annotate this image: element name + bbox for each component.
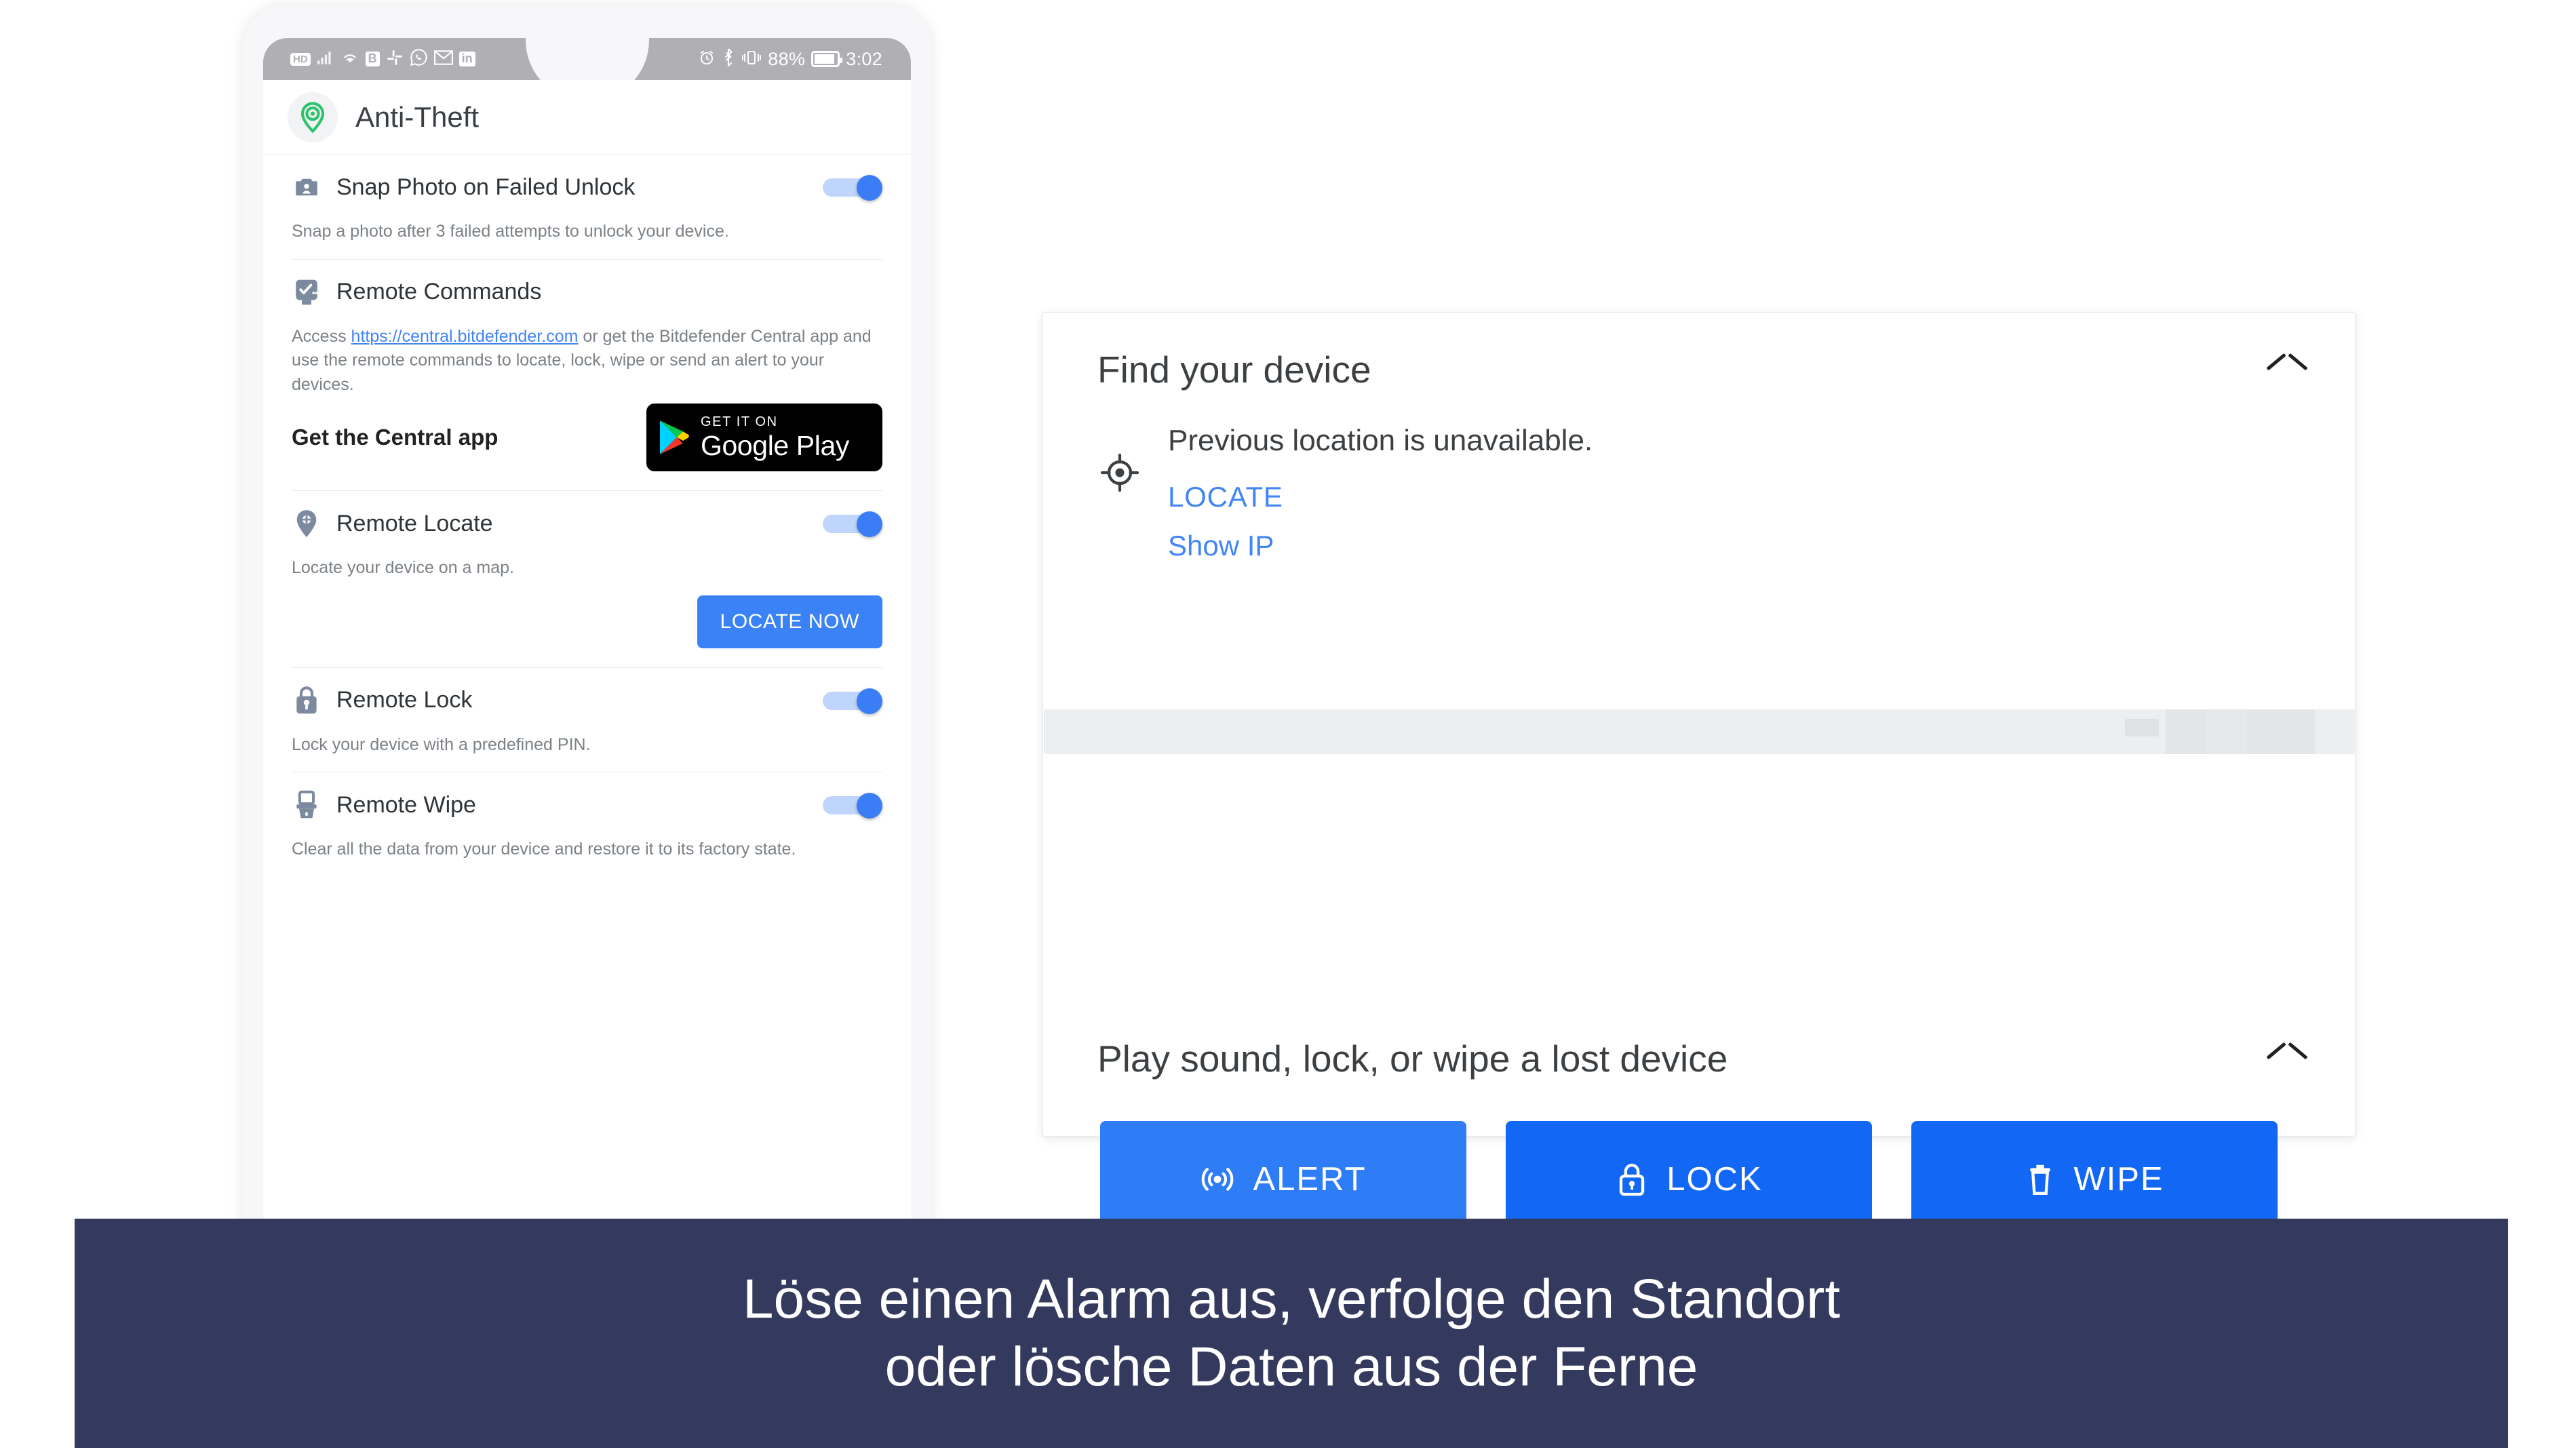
- find-device-title: Find your device: [1097, 349, 1371, 391]
- desc-pre: Access: [292, 326, 351, 346]
- broadcast-icon: [1200, 1162, 1235, 1197]
- toggle-remote-wipe[interactable]: [823, 793, 882, 819]
- vibrate-icon: [741, 49, 762, 70]
- row-title: Remote Lock: [336, 687, 473, 713]
- status-bar: HD B in 88% 3:02: [263, 38, 911, 80]
- status-bar-right: 88% 3:02: [698, 48, 893, 70]
- google-play-triangle-icon: [657, 418, 690, 456]
- alarm-clock-icon: [698, 49, 716, 70]
- locate-now-button[interactable]: LOCATE NOW: [697, 595, 882, 648]
- clock-label: 3:02: [846, 48, 882, 69]
- battery-percent-label: 88%: [768, 48, 806, 69]
- google-play-large-label: Google Play: [701, 430, 849, 461]
- screenshot-root: HD B in 88% 3:02 Anti-Theft Snap Photo o…: [0, 0, 2576, 1456]
- phone-mockup: HD B in 88% 3:02 Anti-Theft Snap Photo o…: [243, 5, 931, 1223]
- status-bar-left: HD B in: [281, 48, 475, 70]
- lock-button-label: LOCK: [1666, 1161, 1763, 1198]
- google-play-badge[interactable]: GET IT ON Google Play: [646, 404, 882, 471]
- mail-icon: [433, 50, 453, 68]
- camera-person-icon: [292, 172, 321, 202]
- find-device-card: Find your device Previous location is un…: [1042, 312, 2356, 1238]
- central-link[interactable]: https://central.bitdefender.com: [351, 327, 579, 346]
- wipe-trash-icon: [292, 790, 321, 820]
- chevron-up-icon[interactable]: [2268, 1047, 2306, 1070]
- toggle-remote-lock[interactable]: [823, 688, 882, 714]
- row-title: Remote Wipe: [336, 791, 476, 818]
- divider-blob: [2125, 719, 2159, 736]
- bluetooth-icon: [722, 48, 735, 70]
- signal-bars-icon: [317, 49, 334, 70]
- play-sound-header[interactable]: Play sound, lock, or wipe a lost device: [1043, 562, 2355, 1080]
- setting-row-remote-lock[interactable]: Remote Lock Lock your device with a pred…: [263, 667, 911, 772]
- phone-screen: HD B in 88% 3:02 Anti-Theft Snap Photo o…: [263, 38, 911, 1223]
- row-title: Remote Locate: [336, 510, 493, 536]
- alert-button-label: ALERT: [1253, 1161, 1367, 1198]
- chevron-up-icon[interactable]: [2268, 358, 2306, 381]
- row-header: Remote Wipe: [292, 790, 882, 820]
- get-central-app-row: Get the Central app GET IT ON Google Pla…: [292, 397, 882, 475]
- setting-row-snap-photo[interactable]: Snap Photo on Failed Unlock Snap a photo…: [263, 155, 911, 259]
- toggle-remote-locate[interactable]: [823, 511, 882, 537]
- google-play-text: GET IT ON Google Play: [701, 415, 849, 460]
- page-title: Anti-Theft: [355, 100, 480, 133]
- row-title: Remote Commands: [336, 279, 542, 304]
- divider-blob: [2206, 709, 2247, 754]
- locate-link[interactable]: LOCATE: [1168, 481, 1593, 513]
- row-title: Snap Photo on Failed Unlock: [336, 174, 636, 200]
- remote-commands-icon: [292, 277, 321, 307]
- google-play-small-label: GET IT ON: [701, 414, 778, 429]
- app-header: Anti-Theft: [263, 80, 911, 155]
- row-header: Snap Photo on Failed Unlock: [292, 172, 882, 202]
- lock-key-icon: [292, 686, 321, 715]
- play-sound-title: Play sound, lock, or wipe a lost device: [1097, 1038, 1728, 1080]
- setting-row-remote-locate[interactable]: Remote Locate Locate your device on a ma…: [263, 491, 911, 667]
- hd-badge-icon: HD: [290, 52, 311, 66]
- whatsapp-icon: [410, 48, 428, 70]
- trash-icon: [2025, 1162, 2056, 1197]
- setting-row-remote-commands: Remote Commands Access https://central.b…: [263, 259, 911, 490]
- padlock-icon: [1615, 1162, 1649, 1197]
- find-device-header[interactable]: Find your device: [1043, 313, 2355, 391]
- setting-row-remote-wipe[interactable]: Remote Wipe Clear all the data from your…: [263, 772, 911, 877]
- phone-notch: [525, 38, 649, 80]
- wipe-button-label: WIPE: [2073, 1161, 2164, 1198]
- row-description: Snap a photo after 3 failed attempts to …: [292, 222, 729, 241]
- row-description: Locate your device on a map.: [292, 558, 514, 577]
- get-central-app-label: Get the Central app: [292, 425, 499, 450]
- slack-icon: [386, 49, 404, 70]
- row-description: Lock your device with a predefined PIN.: [292, 734, 591, 754]
- wifi-icon: [340, 49, 359, 70]
- linkedin-badge-icon: in: [458, 52, 475, 66]
- card-section-divider-band: [1044, 709, 2356, 754]
- device-actions: ALERT LOCK WIPE: [1043, 1080, 2355, 1238]
- show-ip-link[interactable]: Show IP: [1168, 530, 1593, 562]
- b-badge-icon: B: [365, 52, 380, 66]
- caption-line-2: oder lösche Daten aus der Ferne: [884, 1336, 1698, 1398]
- battery-icon: [811, 51, 843, 67]
- toggle-snap-photo[interactable]: [823, 175, 882, 201]
- location-pin-icon: [288, 92, 338, 142]
- row-description: Clear all the data from your device and …: [292, 840, 796, 859]
- previous-location-row: Previous location is unavailable. LOCATE…: [1043, 391, 2355, 562]
- previous-location-status: Previous location is unavailable.: [1168, 424, 1593, 457]
- caption-line-1: Löse einen Alarm aus, verfolge den Stand…: [742, 1267, 1841, 1330]
- locate-pin-icon: [292, 509, 321, 538]
- crosshair-icon: [1099, 452, 1141, 493]
- row-header: Remote Lock: [292, 686, 882, 715]
- row-header: Remote Locate: [292, 509, 882, 538]
- row-header: Remote Commands: [292, 277, 882, 307]
- row-description: Access https://central.bitdefender.com o…: [292, 325, 882, 397]
- previous-location-body: Previous location is unavailable. LOCATE…: [1141, 424, 1593, 562]
- locate-now-row: LOCATE NOW: [292, 581, 882, 652]
- caption-banner: Löse einen Alarm aus, verfolge den Stand…: [75, 1219, 2508, 1448]
